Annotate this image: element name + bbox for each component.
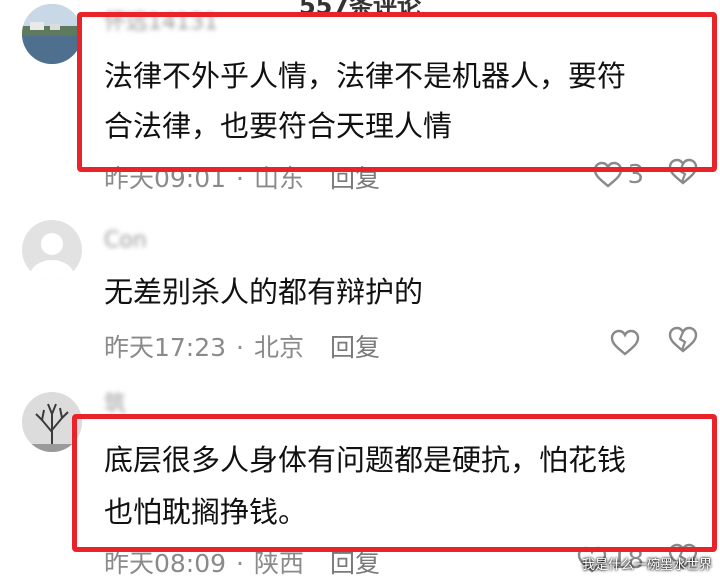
comment-location: 北京	[254, 333, 305, 362]
comment-text-line: 合法律，也要符合天理人情	[104, 109, 453, 143]
comment-item: Con 无差别杀人的都有辩护的 昨天17:23 · 北京 回复	[0, 200, 720, 380]
username[interactable]: 筑	[104, 386, 126, 418]
comment-text-line: 也怕耽搁挣钱。	[104, 495, 308, 529]
broken-heart-icon	[668, 326, 698, 353]
separator-dot: ·	[236, 549, 244, 578]
comment-item: 怀远14131 法律不外乎人情，法律不是机器人，要符 合法律，也要符合天理人情 …	[0, 0, 720, 200]
landscape-avatar-image	[22, 4, 82, 64]
like-count: 3	[627, 160, 644, 190]
comment-location: 山东	[254, 164, 305, 193]
username[interactable]: Con	[104, 228, 147, 253]
like-button[interactable]: 3	[593, 160, 644, 190]
reply-button[interactable]: 回复	[330, 544, 380, 580]
heart-icon	[610, 329, 640, 356]
dislike-button[interactable]	[668, 158, 698, 193]
comment-actions: 3	[593, 158, 698, 192]
default-avatar-image	[22, 220, 82, 280]
separator-dot: ·	[236, 333, 244, 362]
tree-avatar-image	[22, 392, 82, 452]
reply-button[interactable]: 回复	[330, 159, 380, 195]
comment-text-line: 无差别杀人的都有辩护的	[104, 275, 424, 309]
reply-button[interactable]: 回复	[330, 328, 380, 364]
comment-item: 筑 底层很多人身体有问题都是硬抗，怕花钱 也怕耽搁挣钱。 昨天08:09 · 陕西回…	[0, 380, 720, 581]
comment-meta: 昨天09:01 · 山东 回复	[104, 159, 380, 195]
avatar[interactable]	[22, 392, 82, 452]
comment-text-line: 底层很多人身体有问题都是硬抗，怕花钱	[104, 443, 627, 477]
comment-time: 昨天17:23	[104, 333, 227, 362]
comment-text-line: 法律不外乎人情，法律不是机器人，要符	[104, 59, 627, 93]
comment-meta: 昨天17:23 · 北京 回复	[104, 328, 380, 364]
heart-icon	[594, 161, 623, 188]
avatar[interactable]	[22, 220, 82, 280]
username[interactable]: 怀远14131	[104, 4, 218, 36]
watermark: 我是什么一碗墨水世界	[581, 558, 712, 573]
like-button[interactable]	[610, 329, 644, 357]
comment-meta: 昨天08:09 · 陕西 回复	[104, 544, 380, 580]
dislike-button[interactable]	[668, 326, 698, 361]
comment-time: 昨天09:01	[104, 164, 227, 193]
comment-time: 昨天08:09	[104, 549, 227, 578]
separator-dot: ·	[236, 164, 244, 193]
comment-actions	[610, 326, 698, 360]
avatar[interactable]	[22, 4, 82, 64]
comment-location: 陕西	[254, 549, 305, 578]
broken-heart-icon	[668, 158, 698, 185]
